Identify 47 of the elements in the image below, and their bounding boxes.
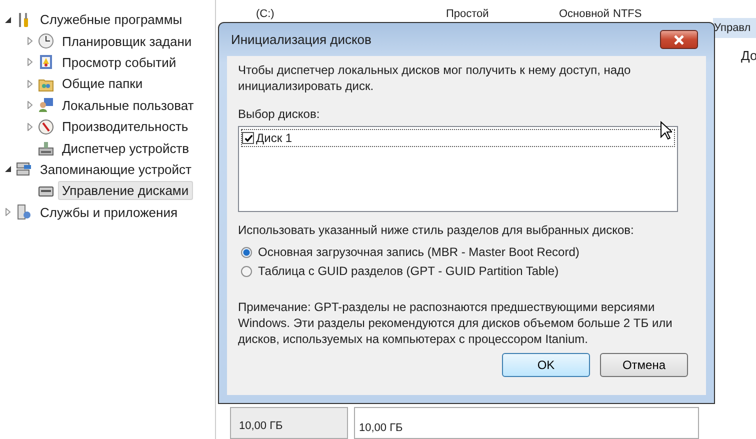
gauge-icon xyxy=(38,118,54,135)
tree-item[interactable]: Диспетчер устройств xyxy=(58,138,194,158)
radio-label[interactable]: Таблица с GUID разделов (GPT - GUID Partition Table) xyxy=(258,264,559,278)
expand-arrow-icon[interactable] xyxy=(26,101,34,110)
expand-arrow-icon[interactable] xyxy=(26,80,34,88)
computer-icon xyxy=(38,140,54,156)
radio-label[interactable]: Основная загрузочная запись (MBR - Master Boot Record) xyxy=(258,245,580,259)
storage-icon xyxy=(16,161,32,178)
volume-layout: Простой xyxy=(446,8,490,22)
volume-name: (C:) xyxy=(256,8,276,22)
tree-item[interactable]: Локальные пользоват xyxy=(58,96,198,115)
tree-item[interactable]: Производительность xyxy=(58,117,192,136)
tree-item[interactable]: Службы и приложения xyxy=(36,202,182,222)
partition-style-label: Использовать указанный ниже стиль разделов для выбранных дисков: xyxy=(238,223,634,237)
expand-arrow-icon[interactable] xyxy=(26,58,34,66)
tree-item[interactable]: Запоминающие устройст xyxy=(36,160,196,179)
collapse-arrow-icon[interactable] xyxy=(4,165,12,174)
dialog-button[interactable]: Отмена xyxy=(600,353,688,377)
dialog-title: Инициализация дисков xyxy=(230,32,372,47)
radio-button[interactable] xyxy=(241,266,252,276)
intro-text: Чтобы диспетчер локальных дисков мог получить к нему доступ, надо инициализировать диск. xyxy=(238,62,632,94)
tree-item[interactable]: Служебные программы xyxy=(36,10,186,30)
users-icon xyxy=(38,97,54,114)
expand-arrow-icon[interactable] xyxy=(4,208,12,216)
volume-filesystem: NTFS xyxy=(613,8,642,22)
disk-item[interactable]: Диск 1 xyxy=(256,131,292,145)
expand-arrow-icon[interactable] xyxy=(26,37,34,46)
disk-size: 10,00 ГБ xyxy=(239,420,283,432)
disks-label: Выбор дисков: xyxy=(238,107,320,121)
clock-icon xyxy=(38,33,54,50)
tree-item[interactable]: Управление дисками xyxy=(58,181,193,200)
radio-button[interactable] xyxy=(241,246,252,258)
tree-item[interactable]: Просмотр событий xyxy=(58,52,180,72)
close-icon xyxy=(674,34,684,44)
log-icon xyxy=(38,54,54,70)
collapse-arrow-icon[interactable] xyxy=(4,16,12,24)
tree-item[interactable]: Планировщик задани xyxy=(58,32,196,51)
partition-size: 10,00 ГБ xyxy=(359,422,403,434)
dialog-button[interactable]: OK xyxy=(502,353,590,377)
services-icon xyxy=(16,204,32,220)
checkbox[interactable] xyxy=(242,132,254,144)
actions-header: Управл xyxy=(713,18,756,38)
tree-item[interactable]: Общие папки xyxy=(58,74,147,94)
volume-type: Основной xyxy=(559,8,610,22)
expand-arrow-icon[interactable] xyxy=(26,122,34,131)
note-text: Примечание: GPT-разделы не распознаются предшествующими версиями Windows. Эти разделы рекомендуются для дисков объемом больше 2 ТБ или дисков, используемых на компьютерах с процессором Itanium. xyxy=(238,299,674,347)
close-button[interactable] xyxy=(660,30,698,49)
